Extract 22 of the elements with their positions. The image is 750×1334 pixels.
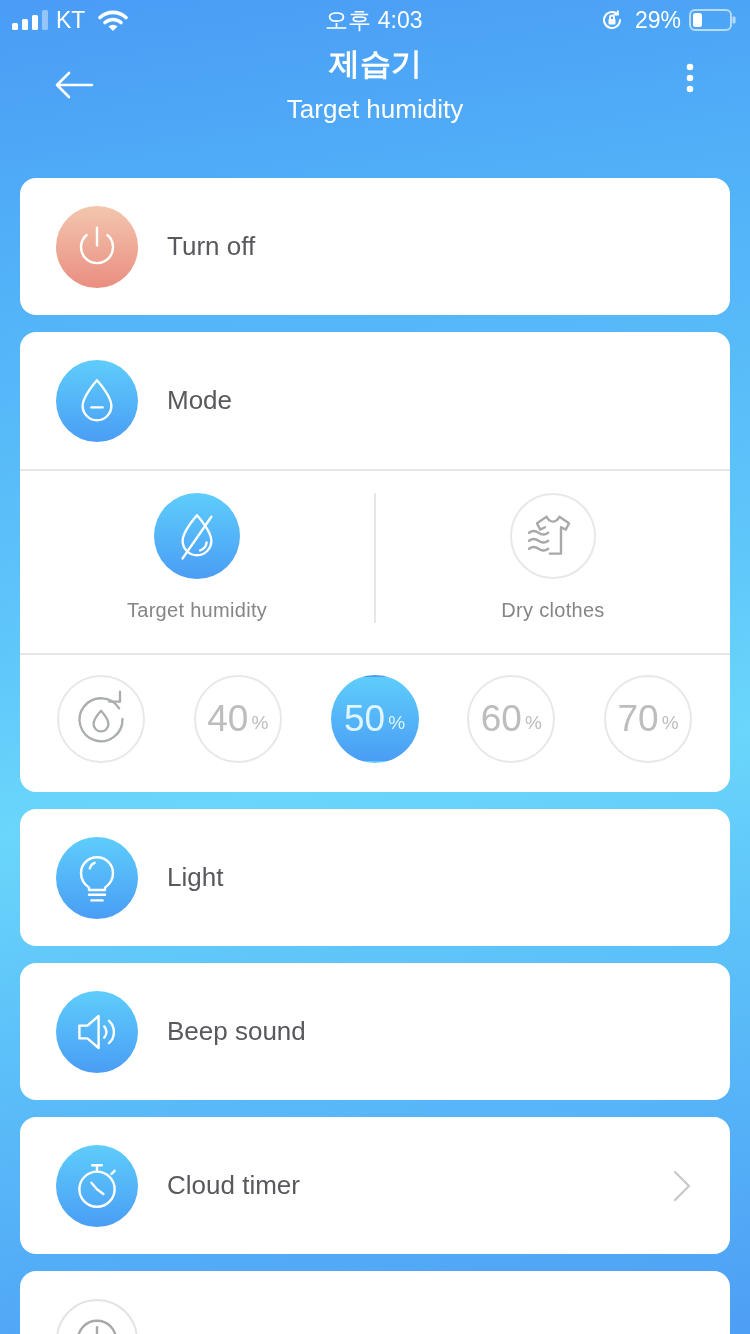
- more-icon: [686, 63, 694, 93]
- arrow-left-icon: [54, 70, 94, 100]
- settings-item[interactable]: Beep sound: [20, 963, 730, 1100]
- clock-time: 오후 4:03: [325, 6, 423, 34]
- signal-icon: [12, 10, 50, 30]
- mode-option[interactable]: Target humidity: [20, 493, 374, 623]
- settings-item[interactable]: Mode: [20, 332, 730, 469]
- settings-item[interactable]: Light: [20, 809, 730, 946]
- battery-icon: [689, 9, 736, 31]
- humidity-level-button[interactable]: 60%: [467, 675, 556, 763]
- humidity-level-button[interactable]: 70%: [604, 675, 692, 763]
- rotation-lock-icon: [600, 9, 623, 31]
- humidity-level-button[interactable]: 50%: [330, 675, 419, 763]
- settings-item[interactable]: Cloud timer: [20, 1117, 730, 1254]
- settings-item[interactable]: Turn off: [20, 178, 730, 315]
- humidity-level-button[interactable]: 40%: [193, 675, 282, 763]
- wifi-icon: [97, 8, 130, 32]
- battery-percent: 29%: [634, 6, 681, 34]
- carrier-name: KT: [56, 6, 86, 34]
- mode-option[interactable]: Dry clothes: [376, 493, 730, 623]
- screen-subtitle: Target humidity: [286, 93, 464, 126]
- screen-title: 제습기: [328, 45, 422, 83]
